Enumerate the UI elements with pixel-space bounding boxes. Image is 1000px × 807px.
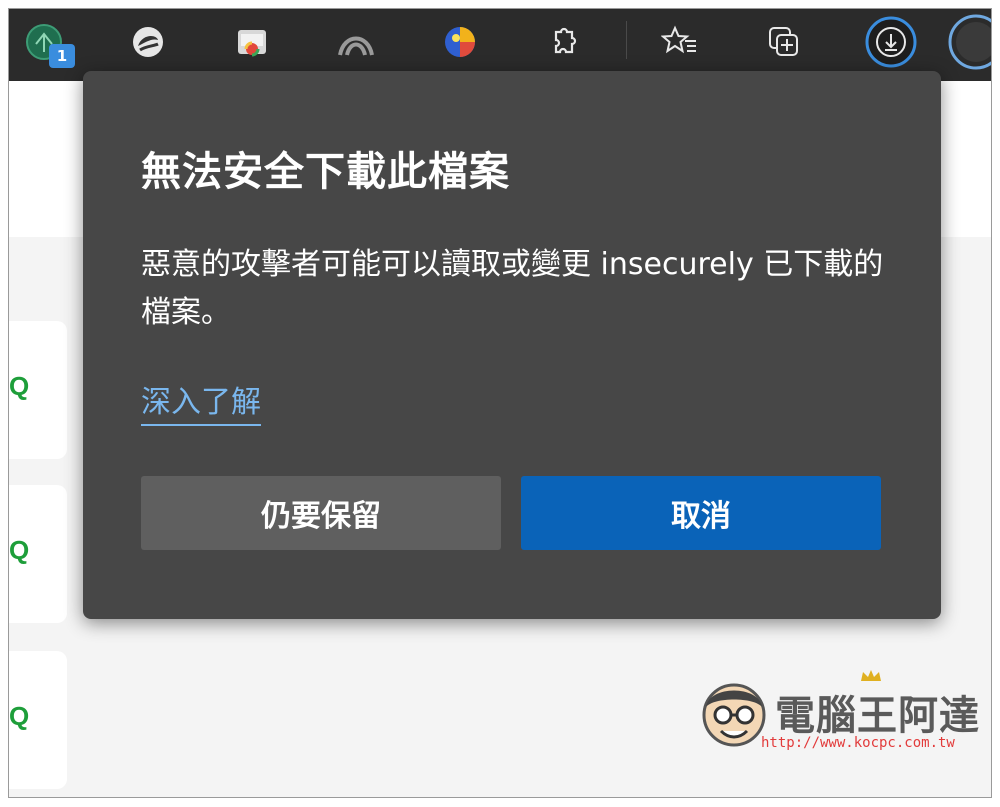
download-warning-dialog: 無法安全下載此檔案 惡意的攻擊者可能可以讀取或變更 insecurely 已下載…: [83, 71, 941, 619]
watermark-title: 電腦王阿達: [775, 693, 980, 739]
dialog-title: 無法安全下載此檔案: [141, 149, 510, 195]
content-card[interactable]: Q: [9, 485, 67, 623]
collections-icon[interactable]: [763, 21, 805, 63]
toolbar-separator: [626, 21, 627, 59]
image-extension-icon[interactable]: [231, 21, 273, 63]
favorites-icon[interactable]: [659, 21, 701, 63]
card-glyph: Q: [9, 701, 30, 731]
screenshot-frame: 1 Q Q Q 無法安全下載此檔案 惡意的攻擊者可能可以讀取或變更 insecu…: [8, 8, 992, 798]
arch-extension-icon[interactable]: [335, 21, 377, 63]
profile-icon[interactable]: [947, 13, 991, 71]
keep-anyway-button[interactable]: 仍要保留: [141, 476, 501, 550]
dialog-message: 惡意的攻擊者可能可以讀取或變更 insecurely 已下載的檔案。: [141, 247, 884, 330]
watermark-url: http://www.kocpc.com.tw: [761, 735, 955, 751]
crown-icon: [861, 670, 881, 681]
content-card[interactable]: Q: [9, 651, 67, 789]
mascot-logo-icon: [702, 683, 766, 747]
puzzle-extensions-icon[interactable]: [543, 21, 585, 63]
download-icon[interactable]: [864, 15, 918, 69]
site-watermark: 電腦王阿達 http://www.kocpc.com.tw: [699, 670, 989, 757]
card-glyph: Q: [9, 535, 30, 565]
cancel-button[interactable]: 取消: [521, 476, 881, 550]
learn-more-link[interactable]: 深入了解: [141, 377, 261, 426]
swirl-extension-icon[interactable]: [127, 21, 169, 63]
card-glyph: Q: [9, 371, 30, 401]
colorful-extension-icon[interactable]: [439, 21, 481, 63]
content-card[interactable]: Q: [9, 321, 67, 459]
tab-count-badge: 1: [49, 44, 75, 68]
